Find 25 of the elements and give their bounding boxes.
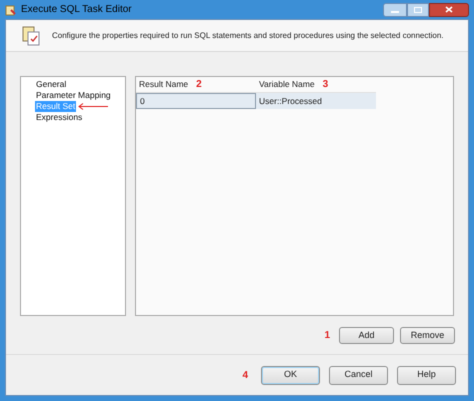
- column-header: Variable Name: [259, 78, 315, 91]
- annotation-number: 3: [322, 78, 328, 92]
- table-cell[interactable]: User::Processed: [256, 93, 376, 109]
- dialog-button[interactable]: OK: [261, 366, 320, 384]
- annotation-arrow: [78, 103, 108, 110]
- annotation-number: 1: [324, 329, 330, 343]
- dialog-button[interactable]: Help: [397, 366, 456, 384]
- task-icon: [22, 26, 40, 46]
- remove-button[interactable]: Remove: [400, 327, 455, 344]
- app-icon: [5, 4, 17, 16]
- maximize-button[interactable]: [407, 2, 429, 16]
- nav-item[interactable]: Expressions: [35, 112, 84, 123]
- table-cell[interactable]: 0: [136, 93, 256, 109]
- minimize-button[interactable]: [383, 2, 407, 16]
- annotation-number: 2: [196, 78, 202, 92]
- add-button[interactable]: Add: [339, 327, 394, 344]
- close-button[interactable]: [429, 2, 469, 16]
- annotation-number: 4: [242, 368, 248, 382]
- column-header: Result Name: [139, 78, 188, 91]
- description-text: Configure the properties required to run SQL statements and stored procedures using the selected connection.: [52, 30, 444, 42]
- nav-item[interactable]: Parameter Mapping: [35, 90, 112, 101]
- close-icon: [445, 6, 453, 13]
- dialog-button[interactable]: Cancel: [329, 366, 388, 384]
- window-title: Execute SQL Task Editor: [21, 3, 132, 17]
- nav-item[interactable]: General: [35, 79, 68, 90]
